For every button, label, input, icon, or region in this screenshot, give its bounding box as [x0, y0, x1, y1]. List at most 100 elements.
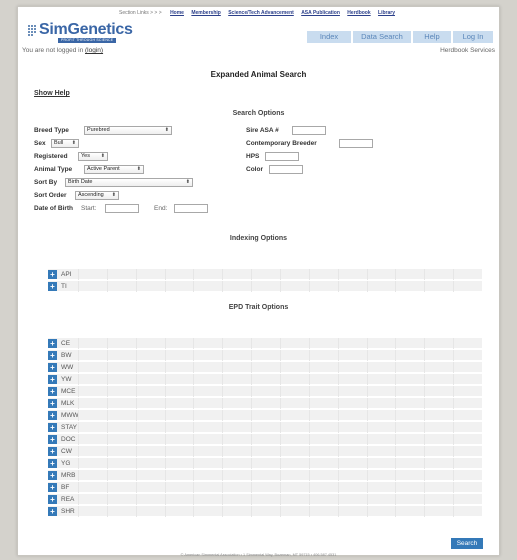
epd-trait-row-bf[interactable]: + BF	[48, 482, 482, 493]
dropdown-arrow-icon: ⬍	[136, 166, 141, 172]
color-label: Color	[246, 166, 263, 173]
epd-trait-label: MRB	[61, 472, 76, 479]
epd-trait-row-cw[interactable]: + CW	[48, 446, 482, 457]
brand-tagline: PROFIT THROUGH SCIENCE	[58, 38, 117, 43]
link-asa-publication[interactable]: ASA Publication	[301, 10, 340, 16]
expand-plus-icon[interactable]: +	[48, 447, 57, 456]
epd-trait-cells	[78, 362, 482, 373]
expand-plus-icon[interactable]: +	[48, 483, 57, 492]
sort-by-label: Sort By	[34, 179, 58, 186]
dob-label: Date of Birth	[34, 205, 73, 212]
expand-plus-icon[interactable]: +	[48, 459, 57, 468]
epd-trait-label: BW	[61, 352, 72, 359]
epd-trait-cells	[78, 410, 482, 421]
epd-trait-label: MCE	[61, 388, 76, 395]
expand-plus-icon[interactable]: +	[48, 507, 57, 516]
epd-trait-label: YW	[61, 376, 72, 383]
link-home[interactable]: Home	[170, 10, 184, 16]
dropdown-arrow-icon: ⬍	[111, 192, 116, 198]
link-membership[interactable]: Membership	[191, 10, 220, 16]
expand-plus-icon[interactable]: +	[48, 399, 57, 408]
tab-log-in[interactable]: Log In	[453, 31, 493, 43]
link-library[interactable]: Library	[378, 10, 395, 16]
indexing-row-ti[interactable]: + TI	[48, 281, 482, 292]
contemporary-breeder-input[interactable]	[339, 139, 373, 148]
epd-trait-row-yg[interactable]: + YG	[48, 458, 482, 469]
expand-plus-icon[interactable]: +	[48, 435, 57, 444]
herdbook-services-label: Herdbook Services	[440, 47, 495, 54]
indexing-cells	[78, 269, 482, 280]
epd-trait-row-bw[interactable]: + BW	[48, 350, 482, 361]
brand-name: SimGenetics	[39, 21, 133, 38]
simgenetics-logo[interactable]: SimGenetics PROFIT THROUGH SCIENCE	[28, 21, 148, 49]
epd-trait-cells	[78, 374, 482, 385]
dob-end-input[interactable]	[174, 204, 208, 213]
link-herdbook[interactable]: Herdbook	[347, 10, 370, 16]
tab-index[interactable]: Index	[307, 31, 351, 43]
epd-trait-label: MLK	[61, 400, 75, 407]
registered-label: Registered	[34, 153, 68, 160]
registered-value: Yes	[81, 153, 90, 159]
epd-trait-row-stay[interactable]: + STAY	[48, 422, 482, 433]
expand-plus-icon[interactable]: +	[48, 363, 57, 372]
epd-trait-row-yw[interactable]: + YW	[48, 374, 482, 385]
epd-trait-row-ww[interactable]: + WW	[48, 362, 482, 373]
epd-trait-label: SHR	[61, 508, 75, 515]
epd-trait-row-doc[interactable]: + DOC	[48, 434, 482, 445]
sire-asa-input[interactable]	[292, 126, 326, 135]
epd-trait-row-ce[interactable]: + CE	[48, 338, 482, 349]
epd-trait-row-mlk[interactable]: + MLK	[48, 398, 482, 409]
expand-plus-icon[interactable]: +	[48, 375, 57, 384]
epd-trait-options-heading: EPD Trait Options	[228, 304, 289, 311]
sort-by-select[interactable]: Birth Date ⬍	[65, 178, 193, 187]
epd-trait-cells	[78, 386, 482, 397]
epd-trait-row-shr[interactable]: + SHR	[48, 506, 482, 517]
indexing-label: API	[61, 271, 72, 278]
dob-end-label: End:	[154, 205, 168, 212]
epd-trait-label: BF	[61, 484, 70, 491]
search-button[interactable]: Search	[451, 538, 483, 549]
sort-order-select[interactable]: Ascending ⬍	[75, 191, 119, 200]
breed-type-select[interactable]: Purebred ⬍	[84, 126, 172, 135]
color-input[interactable]	[269, 165, 303, 174]
indexing-row-api[interactable]: + API	[48, 269, 482, 280]
epd-trait-cells	[78, 398, 482, 409]
expand-plus-icon[interactable]: +	[48, 339, 57, 348]
hps-input[interactable]	[265, 152, 299, 161]
epd-trait-cells	[78, 494, 482, 505]
indexing-options-heading: Indexing Options	[229, 235, 288, 242]
expand-plus-icon[interactable]: +	[48, 495, 57, 504]
expand-plus-icon[interactable]: +	[48, 423, 57, 432]
registered-select[interactable]: Yes ⬍	[78, 152, 108, 161]
epd-trait-row-mww[interactable]: + MWW	[48, 410, 482, 421]
sort-order-label: Sort Order	[34, 192, 67, 199]
tab-data-search[interactable]: Data Search	[353, 31, 411, 43]
epd-trait-cells	[78, 446, 482, 457]
tab-help[interactable]: Help	[413, 31, 451, 43]
epd-trait-cells	[78, 458, 482, 469]
login-link[interactable]: (login)	[85, 47, 103, 54]
epd-trait-row-mrb[interactable]: + MRB	[48, 470, 482, 481]
show-help-link[interactable]: Show Help	[34, 90, 70, 97]
expand-plus-icon[interactable]: +	[48, 270, 57, 279]
epd-trait-row-rea[interactable]: + REA	[48, 494, 482, 505]
expand-plus-icon[interactable]: +	[48, 471, 57, 480]
epd-trait-row-mce[interactable]: + MCE	[48, 386, 482, 397]
dob-start-input[interactable]	[105, 204, 139, 213]
dropdown-arrow-icon: ⬍	[100, 153, 105, 159]
sire-asa-label: Sire ASA #	[246, 127, 279, 134]
sex-select[interactable]: Bull ⬍	[51, 139, 79, 148]
animal-type-select[interactable]: Active Parent ⬍	[84, 165, 144, 174]
indexing-label: TI	[61, 283, 67, 290]
expand-plus-icon[interactable]: +	[48, 282, 57, 291]
sort-by-value: Birth Date	[68, 179, 93, 185]
login-status-text: You are not logged in	[22, 47, 84, 54]
search-options-heading: Search Options	[232, 110, 285, 117]
expand-plus-icon[interactable]: +	[48, 351, 57, 360]
section-links-bar: Section Links > > > Home Membership Scie…	[18, 10, 499, 16]
link-science-tech[interactable]: Science/Tech Advancement	[228, 10, 294, 16]
contemporary-breeder-label: Contemporary Breeder	[246, 140, 317, 147]
expand-plus-icon[interactable]: +	[48, 387, 57, 396]
epd-trait-label: WW	[61, 364, 74, 371]
expand-plus-icon[interactable]: +	[48, 411, 57, 420]
